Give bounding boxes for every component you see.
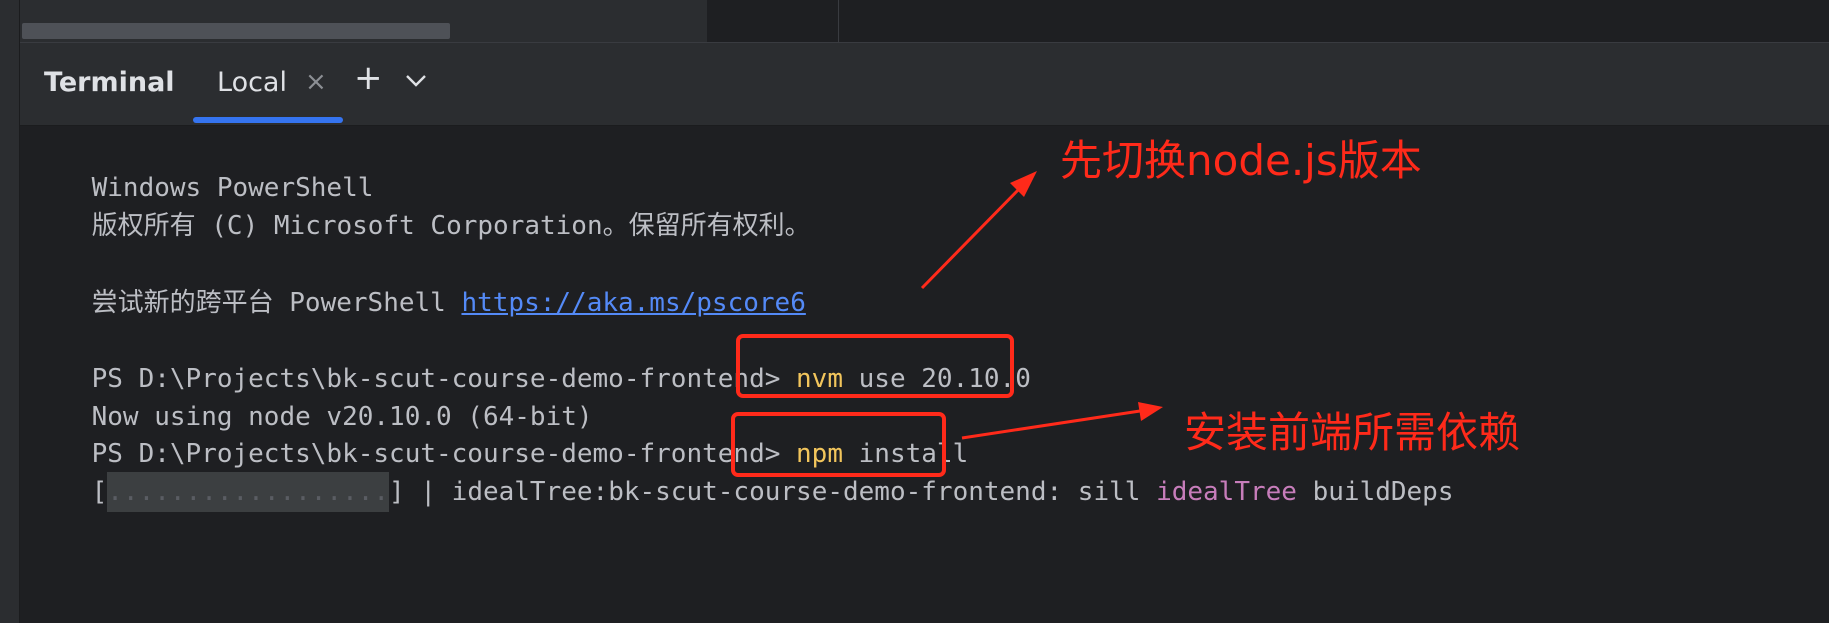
tab-local[interactable]: Local ×	[193, 43, 343, 125]
pscore6-link[interactable]: https://aka.ms/pscore6	[461, 288, 805, 318]
terminal-line: 版权所有 (C) Microsoft Corporation。保留所有权利。	[29, 166, 811, 241]
chevron-down-icon[interactable]	[404, 69, 428, 93]
terminal-line: Windows PowerShell	[29, 128, 374, 203]
editor-area-bottom-edge	[20, 0, 1829, 43]
left-gutter	[0, 0, 20, 623]
annotation-switch-node-version: 先切换node.js版本	[1060, 136, 1422, 185]
tab-close-icon[interactable]: ×	[305, 67, 327, 97]
status-text: | idealTree:bk-scut-course-demo-frontend…	[404, 477, 1157, 507]
output-text: 版权所有 (C) Microsoft Corporation。保留所有权利。	[91, 211, 811, 241]
editor-pane	[20, 0, 709, 42]
terminal-line: Now using node v20.10.0 (64-bit)	[29, 357, 593, 432]
terminal-line-empty	[29, 280, 92, 320]
new-tab-plus-icon[interactable]: +	[354, 61, 383, 95]
npm-command-highlight-box	[731, 412, 946, 477]
horizontal-scrollbar[interactable]	[22, 23, 450, 39]
pane-divider[interactable]	[838, 0, 839, 42]
nvm-command-highlight-box	[736, 334, 1014, 398]
terminal-line: 尝试新的跨平台 PowerShell https://aka.ms/pscore…	[29, 243, 806, 318]
output-text: 尝试新的跨平台 PowerShell	[91, 288, 462, 318]
progress-bracket-close: ]	[389, 477, 405, 507]
terminal-line-empty	[29, 204, 92, 244]
progress-bar: ..................	[107, 472, 390, 512]
annotation-install-deps: 安装前端所需依赖	[1184, 408, 1521, 457]
status-highlight: idealTree	[1156, 477, 1297, 507]
tab-label: Local	[217, 67, 287, 98]
progress-bracket-open: [	[91, 477, 108, 507]
status-text: buildDeps	[1296, 477, 1454, 507]
active-tab-indicator	[193, 117, 343, 123]
terminal-toolwindow-header: Terminal Local × +	[20, 43, 1829, 126]
toolwindow-title: Terminal	[44, 67, 175, 98]
